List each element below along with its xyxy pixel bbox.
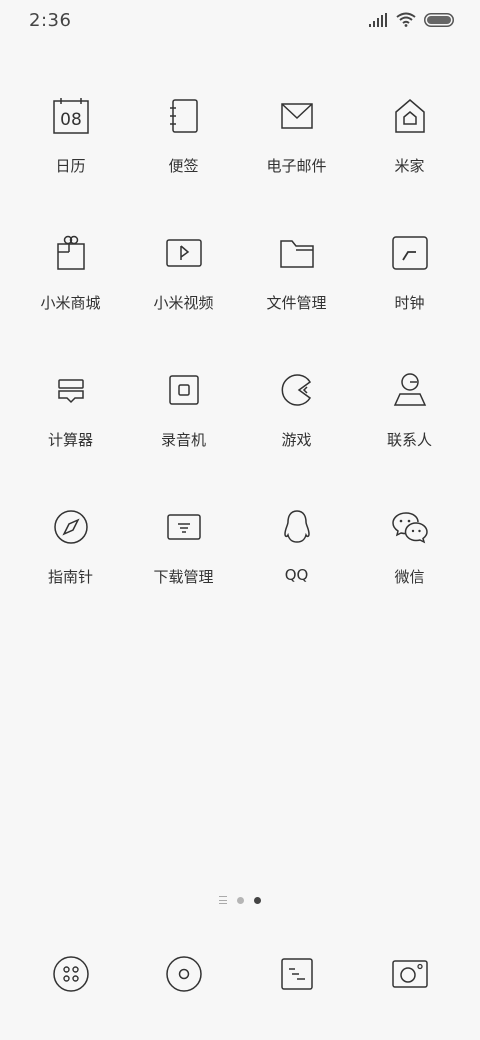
app-download-manager[interactable]: 下载管理 bbox=[127, 507, 240, 644]
app-calculator[interactable]: 计算器 bbox=[14, 370, 127, 507]
calculator-icon bbox=[57, 379, 84, 404]
app-label: 小米商城 bbox=[40, 294, 101, 312]
wifi-icon bbox=[396, 12, 416, 27]
download-icon bbox=[166, 514, 201, 540]
recorder-icon bbox=[168, 375, 199, 405]
game-icon bbox=[281, 374, 311, 406]
app-label: 下载管理 bbox=[153, 568, 214, 586]
app-row: 指南针 下载管理 QQ 微信 bbox=[0, 507, 480, 644]
contacts-icon bbox=[393, 373, 426, 406]
app-label: 录音机 bbox=[160, 431, 206, 449]
calendar-date: 08 bbox=[60, 110, 82, 130]
app-mi-store[interactable]: 小米商城 bbox=[14, 233, 127, 370]
app-label: 小米视频 bbox=[153, 294, 214, 312]
dock-browser[interactable] bbox=[240, 955, 353, 993]
status-time: 2:36 bbox=[29, 10, 72, 31]
app-label: 联系人 bbox=[386, 431, 432, 449]
app-notes[interactable]: 便签 bbox=[127, 96, 240, 233]
wechat-icon bbox=[391, 512, 428, 544]
app-calendar[interactable]: 08 日历 bbox=[14, 96, 127, 233]
app-recorder[interactable]: 录音机 bbox=[127, 370, 240, 507]
messaging-icon bbox=[165, 956, 202, 992]
phone-dialer-icon bbox=[52, 956, 89, 992]
app-game[interactable]: 游戏 bbox=[240, 370, 353, 507]
app-mi-video[interactable]: 小米视频 bbox=[127, 233, 240, 370]
app-label: 微信 bbox=[394, 568, 425, 586]
dock-phone[interactable] bbox=[14, 955, 127, 993]
app-wechat[interactable]: 微信 bbox=[353, 507, 466, 644]
app-file-manager[interactable]: 文件管理 bbox=[240, 233, 353, 370]
app-label: QQ bbox=[284, 566, 309, 584]
app-label: 时钟 bbox=[394, 294, 425, 312]
app-label: 计算器 bbox=[47, 431, 93, 449]
folder-icon bbox=[279, 240, 314, 268]
app-clock[interactable]: 时钟 bbox=[353, 233, 466, 370]
app-label: 指南针 bbox=[47, 568, 93, 586]
app-label: 便签 bbox=[168, 157, 199, 175]
dock-messaging[interactable] bbox=[127, 955, 240, 993]
app-label: 文件管理 bbox=[266, 294, 327, 312]
app-label: 游戏 bbox=[281, 431, 312, 449]
notes-icon bbox=[169, 99, 198, 133]
app-label: 电子邮件 bbox=[266, 157, 327, 175]
page-dot-2[interactable] bbox=[254, 896, 261, 904]
app-label: 米家 bbox=[394, 157, 425, 175]
camera-icon bbox=[391, 960, 428, 988]
app-mi-home[interactable]: 米家 bbox=[353, 96, 466, 233]
clock-icon bbox=[391, 236, 428, 270]
app-compass[interactable]: 指南针 bbox=[14, 507, 127, 644]
app-grid: 08 日历 便签 电子邮件 米家 小米商城 小米视频 文件管理 时钟 计算器 录… bbox=[0, 96, 480, 644]
app-mail[interactable]: 电子邮件 bbox=[240, 96, 353, 233]
app-row: 08 日历 便签 电子邮件 米家 bbox=[0, 96, 480, 233]
app-row: 小米商城 小米视频 文件管理 时钟 bbox=[0, 233, 480, 370]
dock-camera[interactable] bbox=[353, 955, 466, 993]
menu-lines-icon[interactable] bbox=[219, 896, 227, 904]
compass-icon bbox=[53, 510, 88, 544]
page-indicator bbox=[0, 896, 480, 904]
qq-icon bbox=[283, 510, 310, 543]
signal-icon bbox=[369, 12, 387, 27]
page-dot-1[interactable] bbox=[237, 896, 244, 904]
status-icons bbox=[369, 12, 454, 27]
app-row: 计算器 录音机 游戏 联系人 bbox=[0, 370, 480, 507]
calendar-icon: 08 bbox=[52, 98, 89, 134]
app-contacts[interactable]: 联系人 bbox=[353, 370, 466, 507]
status-bar: 2:36 bbox=[0, 0, 480, 44]
battery-icon bbox=[424, 12, 454, 27]
mail-icon bbox=[280, 103, 313, 129]
browser-icon bbox=[280, 958, 313, 990]
mi-home-icon bbox=[394, 99, 425, 133]
mi-video-icon bbox=[165, 239, 202, 267]
app-label: 日历 bbox=[55, 157, 86, 175]
mi-store-icon bbox=[56, 235, 85, 270]
dock bbox=[0, 955, 480, 993]
app-qq[interactable]: QQ bbox=[240, 507, 353, 644]
